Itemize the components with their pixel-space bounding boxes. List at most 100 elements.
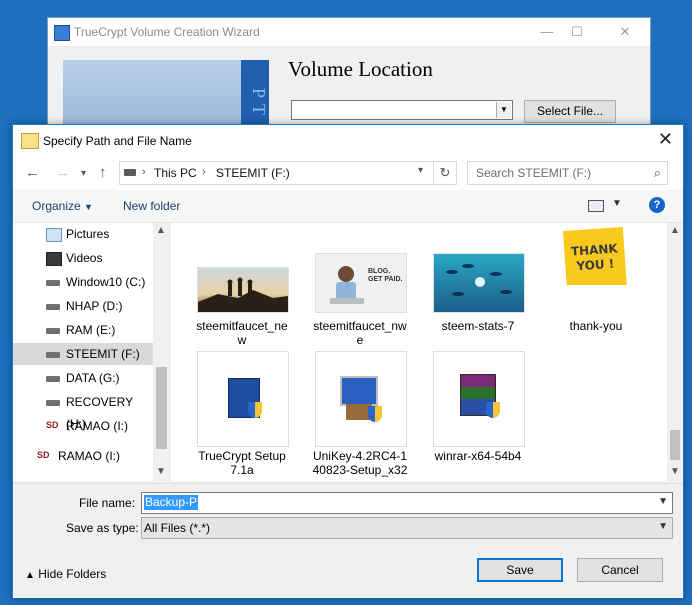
volume-location-heading: Volume Location (288, 57, 433, 81)
save-button[interactable]: Save (477, 558, 563, 582)
change-view-icon[interactable] (588, 200, 604, 212)
view-options-chevron-icon[interactable]: ▼ (612, 198, 622, 209)
close-icon[interactable]: ✕ (658, 129, 673, 150)
chevron-down-icon: ▼ (84, 202, 93, 212)
organize-button[interactable]: Organize ▼ (32, 199, 93, 213)
sticky-note-image: THANK YOU ! (551, 223, 641, 285)
file-name-field[interactable]: Backup-P ▼ (141, 492, 673, 514)
file-name-line: TrueCrypt Setup (198, 449, 286, 463)
truecrypt-window-title: TrueCrypt Volume Creation Wizard (74, 25, 260, 39)
winrar-installer-icon (433, 351, 525, 447)
recent-locations-chevron-icon[interactable]: ▾ (81, 168, 86, 179)
nav-item-pictures[interactable]: Pictures (13, 223, 153, 245)
nav-pane-scrollbar[interactable]: ▲ ▼ (153, 223, 170, 481)
nav-item-ramao-root[interactable]: SD RAMAO (I:) (13, 445, 153, 467)
videos-icon (46, 252, 62, 266)
file-name: steemitfaucet_nw e (309, 319, 411, 347)
nav-item-nhap[interactable]: NHAP (D:) (13, 295, 153, 317)
file-list-scrollbar[interactable]: ▲ ▼ (667, 223, 683, 481)
nav-item-data[interactable]: DATA (G:) (13, 367, 153, 389)
blog-image-text-line: BLOG. (368, 268, 391, 275)
file-name-line: UniKey-4.2RC4-1 (312, 449, 408, 463)
dialog-titlebar: Specify Path and File Name ✕ (13, 125, 683, 156)
file-name-value: Backup-P (144, 495, 199, 510)
file-name: steem-stats-7 (427, 319, 529, 333)
blog-get-paid-image: BLOG. GET PAID. (315, 253, 407, 313)
scrollbar-thumb[interactable] (156, 367, 167, 449)
nav-item-videos[interactable]: Videos (13, 247, 153, 269)
file-name-line: 40823-Setup_x32 (312, 463, 408, 477)
maximize-icon[interactable]: ☐ (562, 22, 592, 42)
nav-item-ramao[interactable]: SD RAMAO (I:) (13, 415, 153, 437)
drive-icon (46, 328, 60, 334)
close-icon[interactable]: ✕ (610, 22, 640, 42)
blog-image-text: BLOG. GET PAID. (368, 268, 402, 284)
uac-shield-icon (486, 402, 500, 418)
chevron-right-icon[interactable]: › (202, 166, 206, 178)
refresh-icon[interactable]: ↻ (433, 162, 456, 184)
save-as-type-select[interactable]: All Files (*.*) ▼ (141, 517, 673, 539)
nav-item-label: Window10 (C:) (66, 275, 146, 289)
nav-item-label: STEEMIT (F:) (66, 347, 140, 361)
forward-arrow-icon[interactable]: → (55, 164, 70, 181)
search-icon: ⌕ (653, 165, 661, 180)
nav-item-window10[interactable]: Window10 (C:) (13, 271, 153, 293)
command-toolbar: Organize ▼ New folder ▼ ? (13, 190, 683, 223)
back-arrow-icon[interactable]: ← (25, 164, 40, 181)
scroll-down-icon[interactable]: ▼ (156, 466, 166, 477)
file-tile[interactable]: steem-stats-7 (427, 229, 529, 349)
breadcrumb-this-pc[interactable]: This PC (154, 166, 197, 180)
search-input[interactable]: Search STEEMIT (F:) ⌕ (467, 161, 668, 185)
sd-card-icon: SD (37, 450, 50, 460)
nav-item-recovery[interactable]: RECOVERY (H:) (13, 391, 153, 431)
chevron-down-icon[interactable]: ▼ (658, 496, 668, 507)
file-tile[interactable]: BLOG. GET PAID. steemitfaucet_nw e (309, 229, 411, 349)
computer-monitor-icon (340, 376, 378, 406)
nav-item-ram[interactable]: RAM (E:) (13, 319, 153, 341)
file-name-line: steem-stats-7 (441, 319, 515, 333)
pictures-icon (46, 228, 62, 242)
file-tile[interactable]: UniKey-4.2RC4-1 40823-Setup_x32 (309, 351, 411, 477)
drive-icon (46, 352, 60, 358)
scrollbar-thumb[interactable] (670, 430, 680, 460)
chevron-right-icon[interactable]: › (142, 166, 146, 178)
minimize-icon[interactable]: — (532, 22, 562, 42)
select-file-button[interactable]: Select File... (524, 100, 616, 123)
drive-icon (46, 376, 60, 382)
drive-icon (124, 169, 136, 176)
new-folder-button[interactable]: New folder (123, 199, 180, 213)
scroll-up-icon[interactable]: ▲ (670, 225, 680, 236)
chevron-down-icon[interactable]: ▼ (658, 521, 668, 532)
volume-location-combo[interactable]: ▼ (291, 100, 513, 120)
nav-item-steemit[interactable]: STEEMIT (F:) (13, 343, 153, 365)
truecrypt-titlebar: TrueCrypt Volume Creation Wizard — ☐ ✕ (48, 18, 650, 46)
file-tile[interactable]: THANK YOU ! thank-you (545, 223, 647, 343)
chevron-down-icon[interactable]: ▼ (496, 102, 511, 118)
breadcrumb-steemit-drive[interactable]: STEEMIT (F:) (216, 166, 290, 180)
file-tile[interactable]: steemitfaucet_ne w (191, 229, 293, 349)
uac-shield-icon (368, 406, 382, 422)
scroll-up-icon[interactable]: ▲ (156, 225, 166, 236)
hide-folders-toggle[interactable]: ▲ Hide Folders (25, 567, 106, 581)
sd-card-icon: SD (46, 420, 59, 430)
file-list: steemitfaucet_ne w BLOG. GET PAID. steem… (171, 223, 683, 481)
save-as-type-value: All Files (*.*) (144, 521, 211, 535)
help-icon[interactable]: ? (649, 197, 665, 213)
file-tile[interactable]: winrar-x64-54b4 (427, 351, 529, 471)
scroll-down-icon[interactable]: ▼ (670, 466, 680, 477)
file-name-line: e (356, 333, 364, 347)
blog-image-text-line: GET PAID. (368, 276, 403, 283)
file-name: TrueCrypt Setup 7.1a (191, 449, 293, 477)
address-history-chevron-icon[interactable]: ▾ (418, 165, 423, 176)
nav-item-label: RAMAO (I:) (58, 449, 120, 463)
file-name-label: File name: (79, 496, 136, 510)
up-arrow-icon[interactable]: ↑ (99, 164, 107, 181)
cancel-button[interactable]: Cancel (577, 558, 663, 582)
file-name-line: thank-you (569, 319, 623, 333)
file-tile[interactable]: TrueCrypt Setup 7.1a (191, 351, 293, 477)
folder-icon (21, 133, 39, 149)
file-name: UniKey-4.2RC4-1 40823-Setup_x32 (309, 449, 411, 477)
fish-image (433, 253, 525, 313)
save-file-dialog: Specify Path and File Name ✕ ← → ▾ ↑ › T… (12, 124, 684, 598)
address-bar[interactable]: › This PC › STEEMIT (F:) ▾ ↻ (119, 161, 457, 185)
